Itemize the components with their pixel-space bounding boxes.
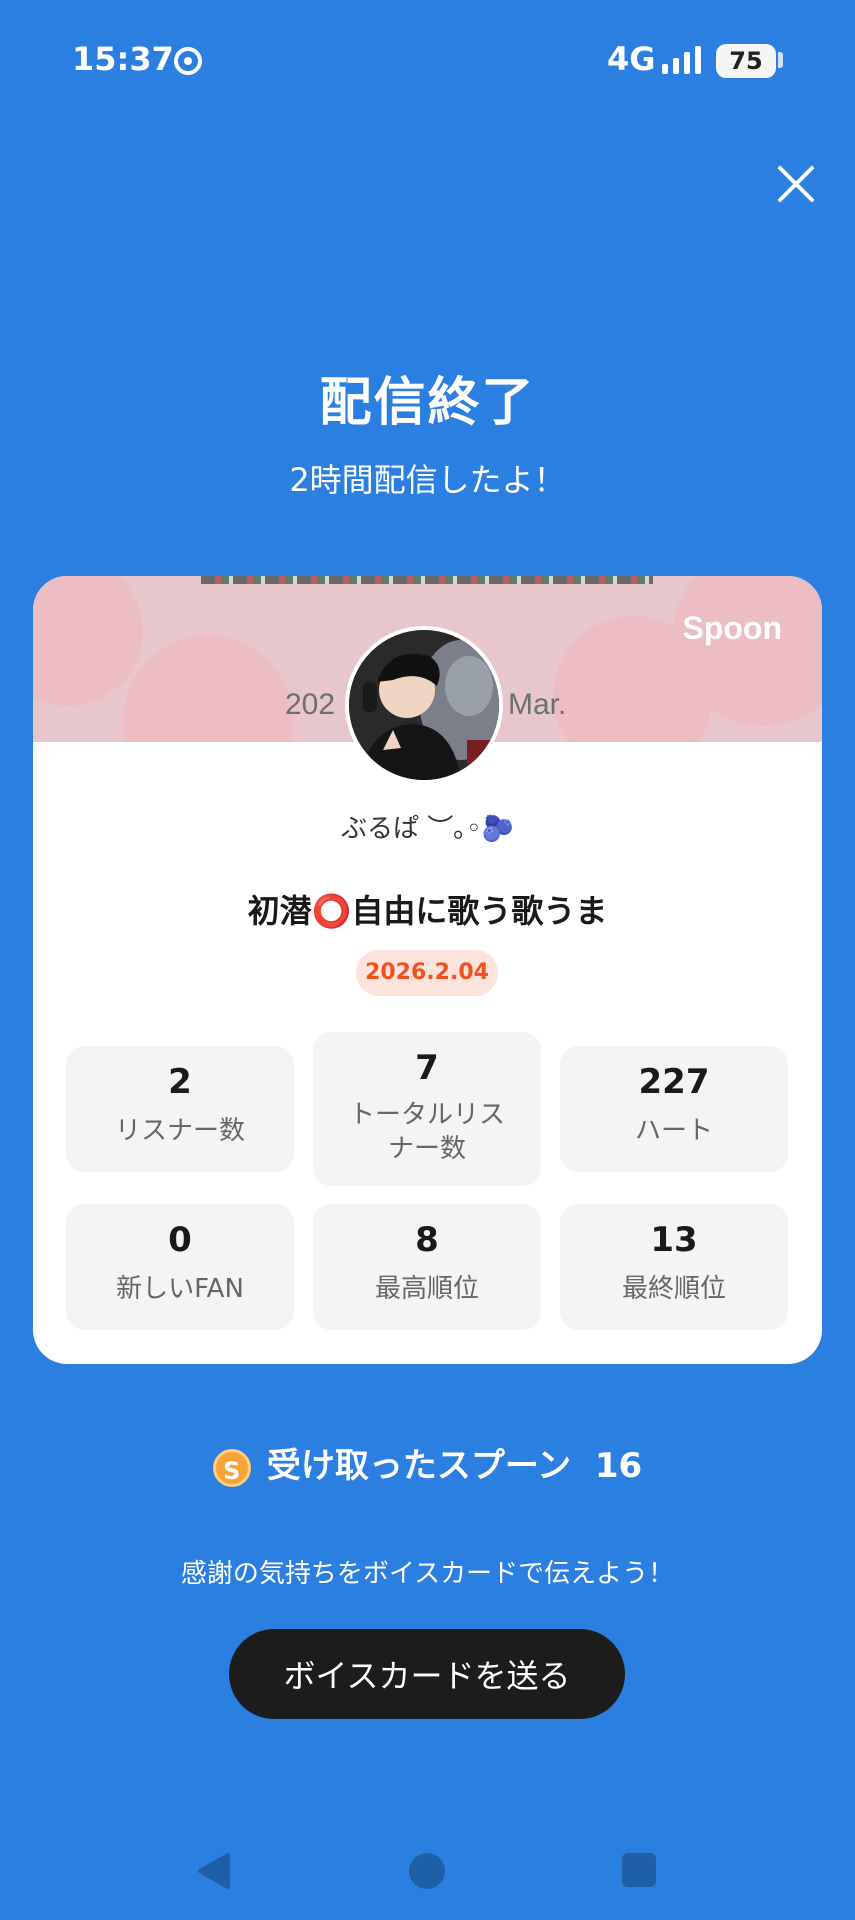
network-type: 4G [607,40,656,78]
status-time: 15:37 [72,40,174,78]
stat-label: 新しいFAN [116,1274,244,1304]
banner-text-right: Mar. [508,688,567,721]
received-spoons-count: 16 [594,1446,643,1486]
send-voice-card-button[interactable]: ボイスカードを送る [229,1629,625,1719]
stat-final-rank: 13 最終順位 [560,1204,788,1330]
battery-tip [778,52,783,68]
broadcast-summary-card: 202 Mar. Spoon ぶるぱ ︶｡◦🫐 初潜⭕自由に歌う歌うま 2026… [33,576,822,1364]
stat-value: 13 [650,1220,698,1260]
stat-highest-rank: 8 最高順位 [313,1204,541,1330]
banner-petal [123,636,293,742]
close-icon[interactable] [770,158,822,210]
avatar [345,626,503,784]
stat-value: 0 [168,1220,192,1260]
stat-value: 8 [415,1220,439,1260]
page-title: 配信終了 [319,373,536,433]
navigation-bar [0,1840,855,1900]
username: ぶるぱ ︶｡◦🫐 [341,814,514,844]
received-spoons: S 受け取ったスプーン 16 [0,1438,855,1487]
stat-label: トータルリスナー数 [348,1100,505,1164]
stat-total-listeners: 7 トータルリスナー数 [313,1032,541,1186]
signal-icon [662,46,701,74]
received-spoons-label: 受け取ったスプーン [266,1446,572,1486]
stat-hearts: 227 ハート [560,1046,788,1172]
back-icon[interactable] [196,1852,232,1890]
stat-listeners: 2 リスナー数 [66,1046,294,1172]
thanks-message: 感謝の気持ちをボイスカードで伝えよう！ [180,1559,675,1589]
stat-value: 7 [415,1048,439,1088]
broadcast-title: 初潜⭕自由に歌う歌うま [247,892,608,930]
home-icon[interactable] [408,1852,446,1890]
avatar-image [349,630,499,780]
banner-text-left: 202 [285,688,336,721]
stat-label: ハート [634,1116,713,1146]
banner-petal [33,576,143,706]
recents-icon[interactable] [621,1852,657,1888]
stat-label: 最高順位 [374,1274,479,1304]
stat-value: 2 [168,1062,192,1102]
spoon-coin-icon: S [212,1448,251,1487]
stat-value: 227 [638,1062,710,1102]
status-bar: 15:37 4G 75 [0,0,855,120]
spoon-logo: Spoon [682,610,782,646]
stat-label: 最終順位 [621,1274,726,1304]
stat-label: リスナー数 [114,1116,245,1146]
page-subtitle: 2時間配信したよ！ [289,461,566,499]
date-badge: 2026.2.04 [356,950,498,996]
chrome-icon [174,47,202,75]
battery-icon: 75 [716,44,776,78]
stat-new-fans: 0 新しいFAN [66,1204,294,1330]
banner-strip [201,576,653,584]
